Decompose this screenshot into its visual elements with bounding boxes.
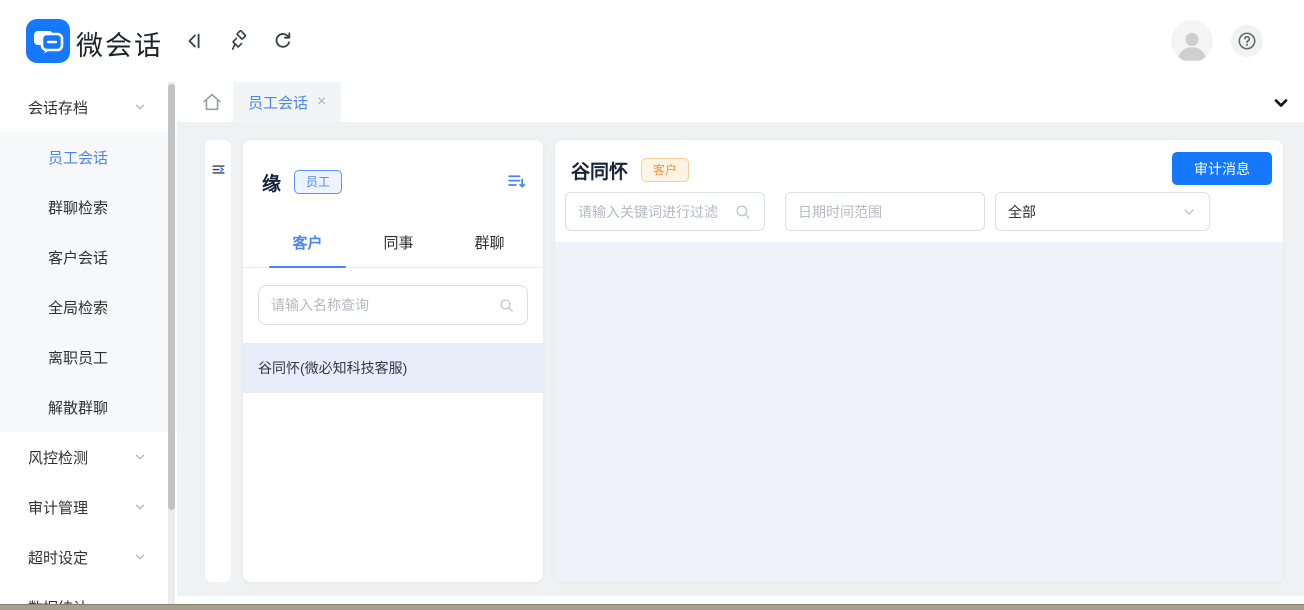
sidebar-item-customer-chat[interactable]: 客户会话	[0, 232, 177, 282]
sort-list-icon[interactable]	[506, 171, 527, 192]
collapse-strip	[205, 140, 231, 582]
tab-groups[interactable]: 群聊	[444, 230, 535, 267]
chat-panel-header: 谷同怀 客户	[571, 155, 689, 185]
search-icon	[734, 203, 752, 221]
chevron-down-icon	[133, 450, 147, 464]
search-icon	[498, 297, 515, 314]
help-icon[interactable]	[1231, 25, 1263, 57]
keyword-filter-input[interactable]	[578, 204, 728, 220]
chevron-down-icon	[1181, 204, 1197, 220]
scope-select[interactable]: 全部	[995, 192, 1210, 231]
close-icon[interactable]: ×	[317, 94, 326, 110]
menu-unfold-icon[interactable]	[211, 162, 226, 177]
app-logo-icon[interactable]	[26, 19, 70, 63]
main-content: 缘 员工 客户 同事 群聊 谷同怀(	[177, 122, 1304, 596]
sidebar-item-resigned-staff[interactable]: 离职员工	[0, 332, 177, 382]
sidebar-group-audit[interactable]: 审计管理	[0, 482, 177, 532]
scope-select-value: 全部	[1008, 202, 1036, 222]
staff-panel: 缘 员工 客户 同事 群聊 谷同怀(	[243, 140, 543, 582]
chevron-down-icon	[133, 550, 147, 564]
sidebar-group-label: 超时设定	[28, 547, 88, 568]
sidebar-group-archive[interactable]: 会话存档	[0, 82, 177, 132]
contact-name: 谷同怀	[571, 157, 628, 184]
sidebar: 会话存档 员工会话 群聊检索 客户会话 全局检索 离职员工 解散群聊 风控检测 …	[0, 82, 177, 610]
staff-badge: 员工	[294, 170, 342, 194]
app-title: 微会话	[76, 24, 163, 63]
contact-search-input[interactable]	[271, 297, 498, 313]
contact-badge: 客户	[641, 158, 689, 182]
sidebar-archive-submenu: 员工会话 群聊检索 客户会话 全局检索 离职员工 解散群聊	[0, 132, 177, 432]
app-header: 微会话	[0, 0, 1304, 82]
tab-customers[interactable]: 客户	[262, 230, 353, 267]
staff-name: 缘	[262, 169, 281, 196]
message-area	[555, 242, 1283, 582]
taskbar-edge	[0, 604, 1304, 610]
brush-icon[interactable]	[228, 30, 250, 52]
sidebar-group-timeout[interactable]: 超时设定	[0, 532, 177, 582]
contact-list-item[interactable]: 谷同怀(微必知科技客服)	[243, 343, 543, 393]
tab-label: 员工会话	[248, 92, 308, 113]
contact-search-box	[258, 285, 528, 325]
chat-panel: 谷同怀 客户 审计消息 全部	[555, 140, 1283, 582]
contact-type-tabs: 客户 同事 群聊	[243, 230, 543, 268]
refresh-icon[interactable]	[272, 30, 294, 52]
sidebar-item-disbanded-group[interactable]: 解散群聊	[0, 382, 177, 432]
sidebar-collapse-icon[interactable]	[183, 30, 205, 52]
page-tabbar: 员工会话 ×	[177, 82, 1304, 122]
sidebar-group-label: 风控检测	[28, 447, 88, 468]
tabbar-chevron-down-icon[interactable]	[1271, 93, 1291, 113]
tab-colleagues[interactable]: 同事	[353, 230, 444, 267]
chevron-down-icon	[133, 500, 147, 514]
chevron-down-icon	[133, 100, 147, 114]
date-range-input[interactable]	[798, 204, 972, 220]
home-icon[interactable]	[201, 91, 223, 113]
sidebar-item-employee-chat[interactable]: 员工会话	[0, 132, 177, 182]
bottom-strip	[177, 596, 1304, 604]
sidebar-item-group-search[interactable]: 群聊检索	[0, 182, 177, 232]
sidebar-scrollbar-thumb[interactable]	[168, 84, 175, 510]
sidebar-group-label: 审计管理	[28, 497, 88, 518]
sidebar-item-global-search[interactable]: 全局检索	[0, 282, 177, 332]
staff-panel-header: 缘 员工	[262, 166, 527, 198]
audit-message-button[interactable]: 审计消息	[1172, 152, 1272, 185]
sidebar-group-label: 会话存档	[28, 97, 88, 118]
keyword-filter-box	[565, 192, 765, 231]
tab-employee-chat[interactable]: 员工会话 ×	[233, 82, 341, 122]
date-range-box	[785, 192, 985, 231]
user-avatar[interactable]	[1171, 20, 1213, 62]
sidebar-group-risk[interactable]: 风控检测	[0, 432, 177, 482]
